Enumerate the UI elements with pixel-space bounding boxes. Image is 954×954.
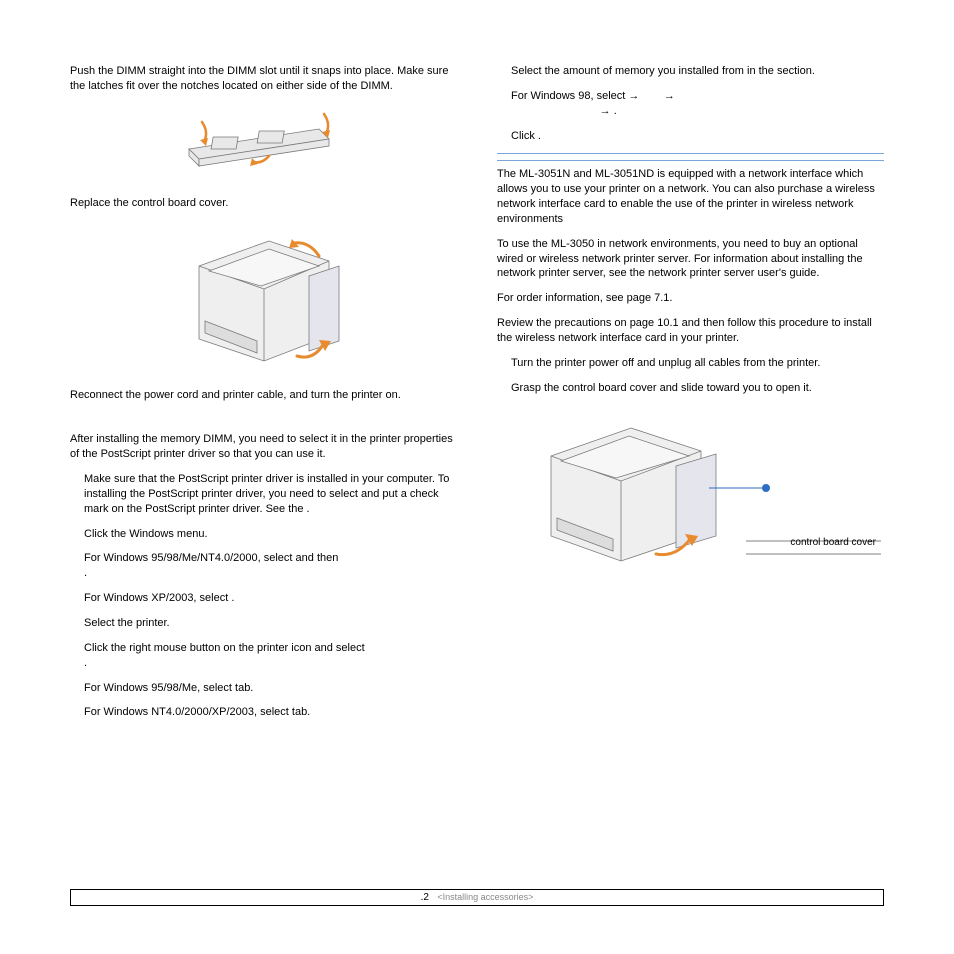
t: For Windows 95/98/Me/NT4.0/2000, select xyxy=(84,552,296,564)
t: printer. xyxy=(136,617,170,629)
t: For Windows 95/98/Me, select xyxy=(84,682,235,694)
illustration-replace-cover xyxy=(70,221,457,376)
page-number: .2 xyxy=(421,892,429,903)
step-win95-settings: For Windows 95/98/Me/NT4.0/2000, select … xyxy=(70,551,457,581)
t: For Windows 98, select xyxy=(511,90,628,102)
t: section. xyxy=(777,65,815,77)
page-footer: .2 <Installing accessories> xyxy=(70,889,884,906)
t: Click xyxy=(511,130,538,142)
step-click-start: Click the Windows menu. xyxy=(70,527,457,542)
t: Select the amount of memory you installe… xyxy=(511,65,747,77)
right-column: Select the amount of memory you installe… xyxy=(497,60,884,730)
text-after-installing: After installing the memory DIMM, you ne… xyxy=(70,432,457,462)
step-win98-vop: For Windows 98, select → → → . xyxy=(497,89,884,119)
t: tab. xyxy=(292,706,310,718)
arrow-icon: → xyxy=(664,90,675,102)
text-network-intro: The ML-3051N and ML-3051ND is equipped w… xyxy=(497,167,884,226)
text-review-precautions: Review the precautions on page 10.1 and … xyxy=(497,316,884,346)
text-ml3050-network: To use the ML-3050 in network environmen… xyxy=(497,237,884,282)
callout-label: control board cover xyxy=(790,537,876,548)
text-dimm-push: Push the DIMM straight into the DIMM slo… xyxy=(70,64,457,94)
footer-section: <Installing accessories> xyxy=(437,892,533,902)
illustration-dimm-slot xyxy=(70,104,457,184)
t: Click the Windows xyxy=(84,528,177,540)
t: . xyxy=(84,657,87,669)
t: For Windows NT4.0/2000/XP/2003, select xyxy=(84,706,292,718)
t: . xyxy=(84,567,87,579)
t: in the xyxy=(747,65,777,77)
arrow-icon: → xyxy=(628,90,639,102)
left-column: Push the DIMM straight into the DIMM slo… xyxy=(70,60,457,730)
section-divider xyxy=(497,153,884,154)
step-power-off: Turn the printer power off and unplug al… xyxy=(497,356,884,371)
t: tab. xyxy=(235,682,253,694)
t: . xyxy=(538,130,541,142)
text-replace-cover: Replace the control board cover. xyxy=(70,196,457,211)
step-winxp: For Windows XP/2003, select . xyxy=(70,591,457,606)
arrow-icon: → xyxy=(600,105,611,117)
page-content: Push the DIMM straight into the DIMM slo… xyxy=(0,0,954,770)
t: . xyxy=(231,592,234,604)
illustration-open-cover: control board cover xyxy=(497,406,884,581)
t: For Windows XP/2003, select xyxy=(84,592,231,604)
step-win95-tab: For Windows 95/98/Me, select tab. xyxy=(70,681,457,696)
section-divider xyxy=(497,160,884,161)
step-click-ok: Click . xyxy=(497,129,884,144)
step-grasp-cover: Grasp the control board cover and slide … xyxy=(497,381,884,396)
step-postscript-driver: Make sure that the PostScript printer dr… xyxy=(70,472,457,517)
t: Click the right mouse button on the prin… xyxy=(84,642,365,654)
t: . xyxy=(614,105,617,117)
t: . xyxy=(307,503,310,515)
t: menu. xyxy=(177,528,208,540)
text-reconnect: Reconnect the power cord and printer cab… xyxy=(70,388,457,403)
text-order-info: For order information, see page 7.1. xyxy=(497,291,884,306)
t: and then xyxy=(296,552,339,564)
step-select-memory: Select the amount of memory you installe… xyxy=(497,64,884,79)
t: Select the xyxy=(84,617,136,629)
step-select-printer: Select the printer. xyxy=(70,616,457,631)
step-winnt-tab: For Windows NT4.0/2000/XP/2003, select t… xyxy=(70,705,457,720)
step-right-click: Click the right mouse button on the prin… xyxy=(70,641,457,671)
